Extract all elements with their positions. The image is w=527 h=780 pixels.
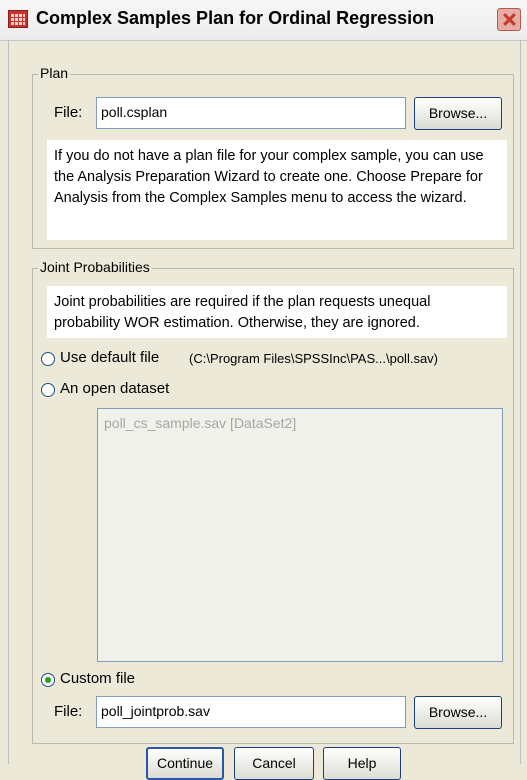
plan-group-label: Plan — [38, 65, 71, 81]
app-icon — [8, 10, 28, 28]
open-dataset-radio[interactable] — [41, 383, 55, 397]
dialog-body: Plan File: poll.csplan Browse... If you … — [8, 40, 521, 780]
close-button[interactable] — [497, 8, 521, 31]
plan-info-text: If you do not have a plan file for your … — [47, 140, 507, 240]
dataset-list-item[interactable]: poll_cs_sample.sav [DataSet2] — [104, 415, 496, 431]
window-title: Complex Samples Plan for Ordinal Regress… — [36, 8, 435, 28]
plan-browse-button[interactable]: Browse... — [414, 97, 502, 130]
custom-file-label[interactable]: Custom file — [60, 670, 135, 687]
custom-file-radio[interactable] — [41, 673, 55, 687]
plan-file-label: File: — [54, 104, 83, 121]
plan-file-input[interactable]: poll.csplan — [96, 97, 406, 129]
joint-info-text: Joint probabilities are required if the … — [47, 286, 507, 338]
custom-browse-button[interactable]: Browse... — [414, 696, 502, 729]
open-dataset-label[interactable]: An open dataset — [60, 380, 169, 397]
custom-file-field-label: File: — [54, 703, 83, 720]
use-default-file-label[interactable]: Use default file — [60, 349, 159, 366]
title-bar: Complex Samples Plan for Ordinal Regress… — [0, 0, 527, 41]
custom-file-input[interactable]: poll_jointprob.sav — [96, 696, 406, 728]
default-file-path: (C:\Program Files\SPSSInc\PAS...\poll.sa… — [189, 351, 438, 366]
open-dataset-list[interactable]: poll_cs_sample.sav [DataSet2] — [97, 408, 503, 662]
joint-group-label: Joint Probabilities — [38, 259, 152, 275]
use-default-file-radio[interactable] — [41, 352, 55, 366]
